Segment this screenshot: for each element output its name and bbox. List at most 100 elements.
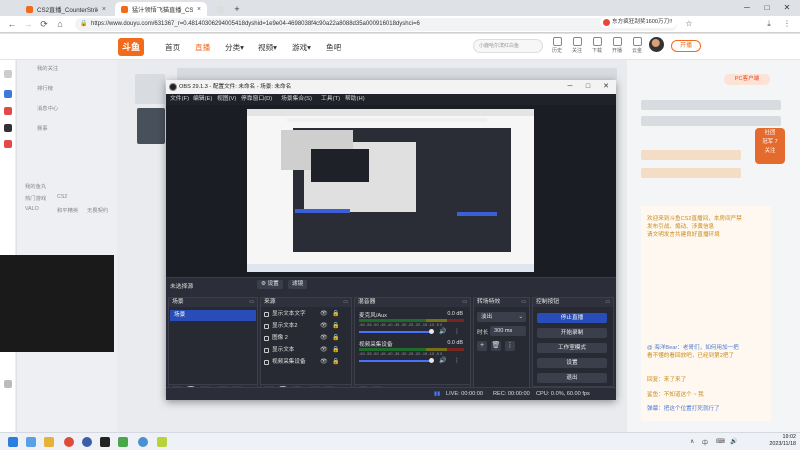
- sidebar-blue-icon[interactable]: [4, 90, 12, 98]
- left-menu-item[interactable]: VALO: [25, 206, 39, 212]
- input-method-icon[interactable]: 中: [702, 438, 708, 447]
- volume-slider-handle[interactable]: [429, 329, 434, 334]
- exit-button[interactable]: 退出: [537, 373, 607, 383]
- maximize-icon[interactable]: □: [760, 2, 774, 14]
- left-menu-item[interactable]: 我的鱼丸: [25, 182, 46, 190]
- lock-icon[interactable]: 🔒: [332, 358, 339, 367]
- lock-icon[interactable]: 🔒: [332, 334, 339, 343]
- scene-item-selected[interactable]: 场景: [170, 310, 256, 321]
- nav-live[interactable]: 直播: [195, 42, 210, 53]
- header-golive[interactable]: 开播: [609, 37, 625, 54]
- header-follow[interactable]: 关注: [569, 37, 585, 54]
- volume-icon[interactable]: 🔊: [730, 438, 737, 445]
- club-badge[interactable]: 社团 冠军 7 关注: [755, 128, 785, 164]
- sidebar-dark-icon[interactable]: [4, 124, 12, 132]
- reload-icon[interactable]: ⟳: [38, 18, 50, 30]
- obs-title-bar[interactable]: OBS 29.1.3 - 配置文件: 未命名 - 场景: 未命名 ─ □ ✕: [166, 80, 616, 94]
- nav-game[interactable]: 游戏▾: [292, 42, 311, 53]
- source-settings-button[interactable]: ⚙ 设置: [257, 280, 283, 289]
- avatar[interactable]: [649, 37, 664, 52]
- address-bar[interactable]: 🔒 https://www.douyu.com/631367_r=0.48140…: [75, 18, 677, 31]
- menu-file[interactable]: 文件(F): [170, 94, 189, 105]
- nav-home[interactable]: 首页: [165, 42, 180, 53]
- menu-docks[interactable]: 停靠窗口(D): [241, 94, 272, 105]
- transition-menu-icon[interactable]: ⋮: [505, 341, 515, 351]
- steam-icon[interactable]: [82, 437, 92, 447]
- transition-select[interactable]: 淡出 ⌄: [477, 312, 526, 322]
- forward-icon[interactable]: →: [22, 18, 34, 30]
- browser-tab-blank[interactable]: [211, 2, 229, 16]
- dock-float-icon[interactable]: ▭: [521, 298, 526, 307]
- visibility-icon[interactable]: 👁: [320, 346, 328, 355]
- app-icon[interactable]: [138, 437, 148, 447]
- close-tab-icon[interactable]: ×: [102, 6, 106, 13]
- settings-button[interactable]: 设置: [537, 358, 607, 368]
- left-menu-item[interactable]: 无畏契约: [87, 206, 108, 214]
- add-transition-icon[interactable]: +: [477, 341, 487, 351]
- file-explorer-icon[interactable]: [26, 437, 36, 447]
- source-item[interactable]: 图像 2 👁 🔒: [263, 334, 353, 343]
- left-menu-item[interactable]: 和平精英: [57, 206, 78, 214]
- obs-close-icon[interactable]: ✕: [600, 81, 612, 93]
- nav-category[interactable]: 分类▾: [225, 42, 244, 53]
- dock-float-icon[interactable]: ▭: [249, 298, 254, 307]
- new-tab-button[interactable]: +: [230, 2, 244, 16]
- channel-menu-icon[interactable]: ⋮: [454, 357, 460, 364]
- close-window-icon[interactable]: ✕: [780, 2, 794, 14]
- back-icon[interactable]: ←: [6, 18, 18, 30]
- obs-preview-area[interactable]: [166, 105, 616, 277]
- header-download[interactable]: 下载: [589, 37, 605, 54]
- volume-slider[interactable]: [359, 331, 431, 333]
- header-wallet[interactable]: 云金: [629, 37, 645, 54]
- sidebar-menu-icon[interactable]: [4, 70, 12, 78]
- dock-float-icon[interactable]: ▭: [343, 298, 348, 307]
- tray-expand-icon[interactable]: ∧: [690, 438, 694, 445]
- volume-slider-handle[interactable]: [429, 358, 434, 363]
- volume-slider[interactable]: [359, 360, 431, 362]
- visibility-icon[interactable]: 👁: [320, 334, 328, 343]
- remove-transition-icon[interactable]: 🗑: [491, 341, 501, 351]
- browser-tab-cs2[interactable]: CS2直播_CounterStrike直播_CS2 ×: [20, 2, 112, 16]
- visibility-icon[interactable]: 👁: [320, 322, 328, 331]
- duration-stepper[interactable]: 300 ms: [490, 326, 526, 336]
- app-icon[interactable]: [157, 437, 167, 447]
- lock-icon[interactable]: 🔒: [332, 346, 339, 355]
- speaker-icon[interactable]: 🔊: [439, 357, 446, 364]
- source-item[interactable]: 显示文本 👁 🔒: [263, 346, 353, 355]
- dock-float-icon[interactable]: ▭: [462, 298, 467, 307]
- nav-video[interactable]: 视频▾: [258, 42, 277, 53]
- promo-chip[interactable]: 东方疯狂刮奖1600万刀!!: [600, 17, 678, 28]
- channel-menu-icon[interactable]: ⋮: [454, 328, 460, 335]
- minimize-icon[interactable]: ─: [740, 2, 754, 14]
- dock-float-icon[interactable]: ▭: [605, 298, 610, 307]
- keyboard-icon[interactable]: ⌨: [716, 438, 725, 445]
- visibility-icon[interactable]: 👁: [320, 358, 328, 367]
- left-menu-item[interactable]: 排行榜: [37, 84, 53, 92]
- wechat-icon[interactable]: [118, 437, 128, 447]
- nav-fishbar[interactable]: 鱼吧: [326, 42, 341, 53]
- stop-streaming-button[interactable]: 停止直播: [537, 313, 607, 323]
- studio-mode-button[interactable]: 工作室模式: [537, 343, 607, 353]
- start-recording-button[interactable]: 开始录制: [537, 328, 607, 338]
- star-icon[interactable]: ☆: [684, 19, 694, 29]
- left-menu-item[interactable]: CS2: [57, 194, 67, 200]
- left-menu-item[interactable]: 赛事: [37, 124, 48, 132]
- folder-icon[interactable]: [44, 437, 54, 447]
- menu-help[interactable]: 帮助(H): [345, 94, 365, 105]
- menu-icon[interactable]: ⋮: [782, 19, 792, 29]
- streamer-thumbnail[interactable]: [137, 108, 165, 144]
- obs-preview-canvas[interactable]: [247, 109, 534, 272]
- source-item[interactable]: 显示文本文字 👁 🔒: [263, 310, 353, 319]
- chrome-icon[interactable]: [64, 437, 74, 447]
- header-history[interactable]: 历史: [549, 37, 565, 54]
- download-icon[interactable]: ⤓: [764, 19, 774, 29]
- start-menu-icon[interactable]: [8, 437, 18, 447]
- left-menu-item[interactable]: 热门游戏: [25, 194, 46, 202]
- source-item[interactable]: 显示文本2 👁 🔒: [263, 322, 353, 331]
- douyu-logo[interactable]: 斗鱼: [118, 38, 144, 56]
- home-icon[interactable]: ⌂: [54, 18, 66, 30]
- left-menu-item[interactable]: 我的关注: [37, 64, 58, 72]
- menu-view[interactable]: 视图(V): [217, 94, 236, 105]
- pc-client-badge[interactable]: PC客户端: [724, 74, 770, 85]
- lock-icon[interactable]: 🔒: [332, 322, 339, 331]
